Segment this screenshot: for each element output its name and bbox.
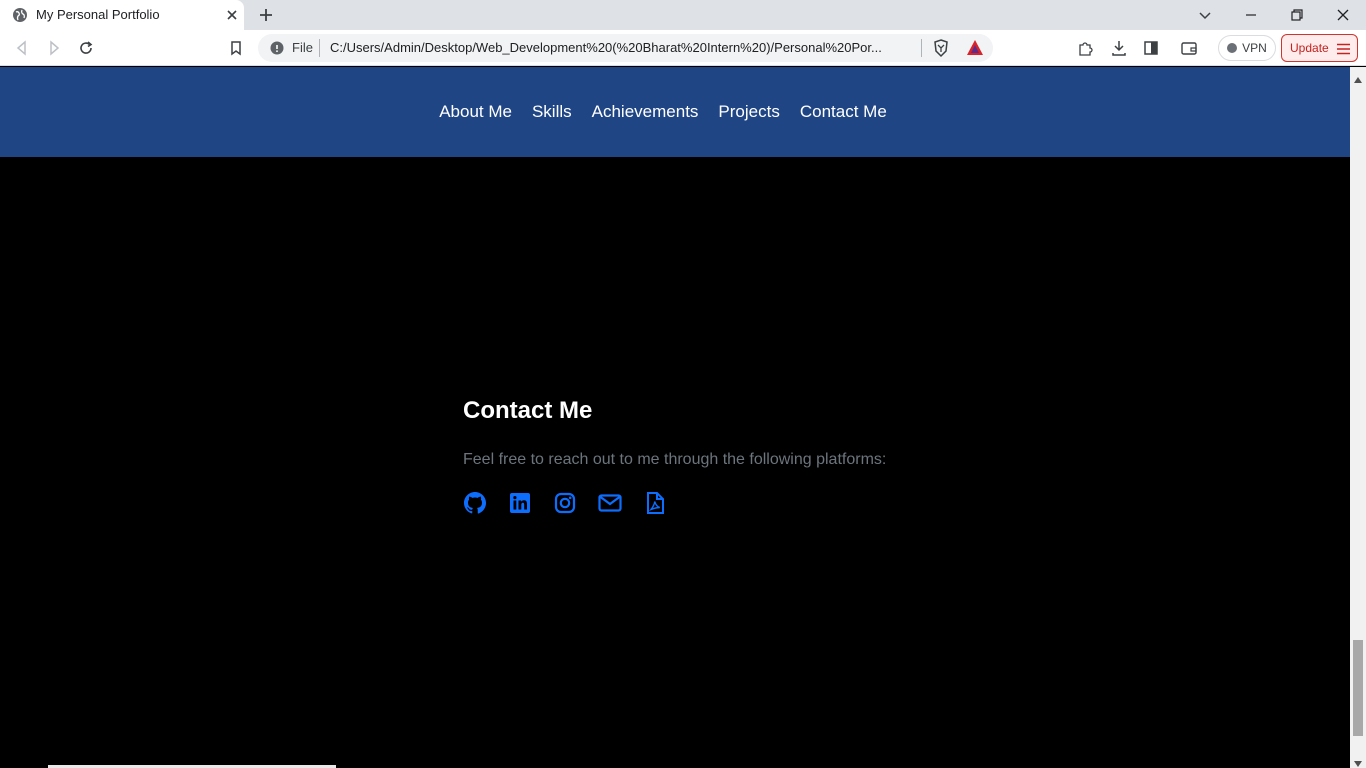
- nav-item-contact-me[interactable]: Contact Me: [800, 102, 887, 122]
- nav-item-projects[interactable]: Projects: [718, 102, 779, 122]
- sidebar-icon[interactable]: [1142, 39, 1160, 57]
- update-button[interactable]: Update: [1281, 34, 1358, 62]
- update-label: Update: [1290, 41, 1329, 55]
- email-icon[interactable]: [598, 491, 622, 515]
- browser-toolbar: File C:/Users/Admin/Desktop/Web_Developm…: [0, 30, 1366, 66]
- nav-item-skills[interactable]: Skills: [532, 102, 572, 122]
- back-icon[interactable]: [13, 39, 31, 57]
- tab-title: My Personal Portfolio: [36, 7, 160, 22]
- contact-heading: Contact Me: [463, 397, 593, 424]
- minimize-icon[interactable]: [1241, 5, 1261, 25]
- vpn-status-icon: [1227, 43, 1238, 53]
- nav-item-achievements[interactable]: Achievements: [592, 102, 699, 122]
- restore-icon[interactable]: [1287, 5, 1307, 25]
- linkedin-icon[interactable]: [508, 491, 532, 515]
- vpn-button[interactable]: VPN: [1218, 35, 1276, 61]
- pdf-resume-icon[interactable]: [643, 491, 667, 515]
- brave-rewards-icon[interactable]: [965, 38, 985, 58]
- globe-icon: [12, 7, 28, 23]
- vpn-label: VPN: [1242, 41, 1267, 55]
- wallet-icon[interactable]: [1180, 39, 1198, 57]
- address-scheme-label: File: [292, 40, 313, 55]
- brave-shield-icon[interactable]: [931, 38, 951, 58]
- address-divider: [319, 39, 320, 57]
- active-tab[interactable]: My Personal Portfolio: [0, 0, 244, 30]
- info-icon[interactable]: [270, 41, 284, 55]
- instagram-icon[interactable]: [553, 491, 577, 515]
- address-divider: [921, 39, 922, 57]
- close-window-icon[interactable]: [1333, 5, 1353, 25]
- scroll-down-arrow-icon[interactable]: [1353, 755, 1363, 767]
- social-links: [463, 491, 886, 515]
- contact-subtitle: Feel free to reach out to me through the…: [463, 451, 887, 468]
- forward-icon[interactable]: [45, 39, 63, 57]
- tab-strip: My Personal Portfolio: [0, 0, 1366, 30]
- scroll-up-arrow-icon[interactable]: [1353, 71, 1363, 83]
- nav-item-about-me[interactable]: About Me: [439, 102, 512, 122]
- reload-icon[interactable]: [77, 39, 95, 57]
- address-url[interactable]: C:/Users/Admin/Desktop/Web_Development%2…: [330, 40, 915, 55]
- github-icon[interactable]: [463, 491, 487, 515]
- chevron-down-icon[interactable]: [1195, 5, 1215, 25]
- close-icon[interactable]: [224, 7, 240, 23]
- plus-icon[interactable]: [257, 6, 275, 24]
- contact-section: Contact Me Feel free to reach out to me …: [463, 397, 886, 515]
- address-bar[interactable]: File C:/Users/Admin/Desktop/Web_Developm…: [258, 34, 993, 62]
- page-viewport: About Me Skills Achievements Projects Co…: [0, 67, 1350, 768]
- site-navbar: About Me Skills Achievements Projects Co…: [0, 67, 1350, 157]
- bookmark-icon[interactable]: [227, 39, 245, 57]
- page-scrollbar[interactable]: [1350, 67, 1366, 768]
- scrollbar-thumb[interactable]: [1353, 640, 1363, 736]
- download-icon[interactable]: [1110, 39, 1128, 57]
- extensions-icon[interactable]: [1077, 39, 1095, 57]
- hamburger-icon[interactable]: [1337, 43, 1350, 55]
